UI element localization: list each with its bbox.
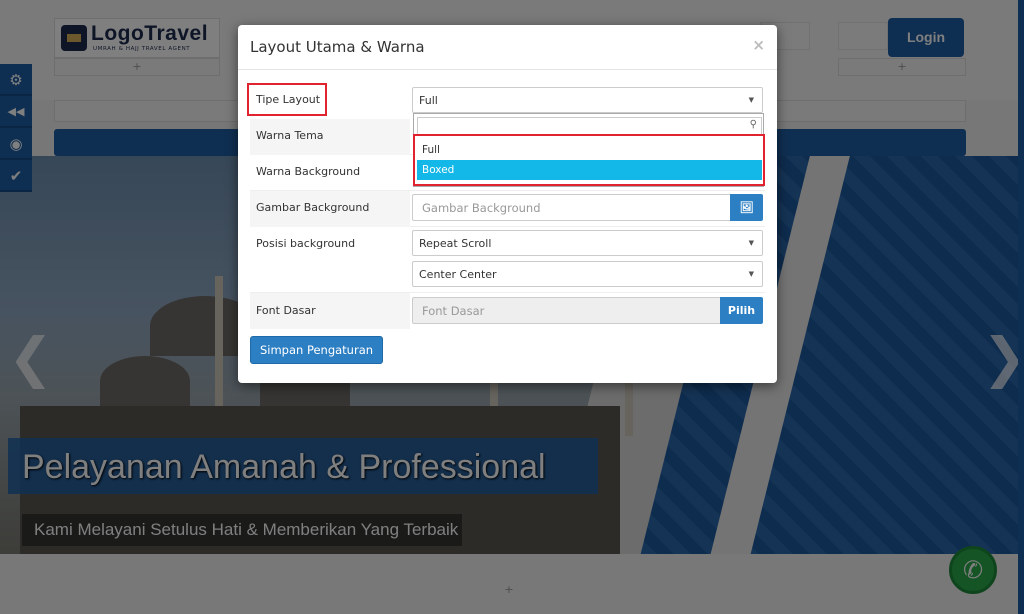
gambar-background-placeholder: Gambar Background (422, 201, 541, 215)
posisi-repeat-value: Repeat Scroll (419, 237, 492, 250)
dropdown-search-input[interactable]: ⚲ (417, 117, 762, 135)
tipe-layout-highlight (247, 83, 327, 116)
image-icon: 🖼 (739, 201, 754, 214)
tipe-layout-select[interactable]: Full ▼ (412, 87, 763, 113)
posisi-background-row: Posisi background Repeat Scroll ▼ Center… (250, 227, 765, 293)
gambar-background-row: Gambar Background Gambar Background 🖼 (250, 191, 765, 227)
posisi-repeat-select[interactable]: Repeat Scroll ▼ (412, 230, 763, 256)
chevron-down-icon: ▼ (748, 270, 754, 278)
modal-title: Layout Utama & Warna (250, 38, 425, 56)
save-settings-button[interactable]: Simpan Pengaturan (250, 336, 383, 364)
gambar-background-label: Gambar Background (256, 201, 370, 214)
font-dasar-placeholder: Font Dasar (422, 304, 485, 318)
chevron-down-icon: ▼ (748, 239, 754, 247)
chevron-down-icon: ▼ (748, 96, 754, 104)
posisi-align-value: Center Center (419, 268, 497, 281)
search-icon: ⚲ (749, 119, 757, 130)
tipe-layout-value: Full (419, 94, 438, 107)
font-dasar-input: Font Dasar (412, 297, 721, 324)
image-picker-button[interactable]: 🖼 (730, 194, 763, 221)
pilih-font-button[interactable]: Pilih (720, 297, 763, 324)
warna-background-label: Warna Background (256, 165, 361, 178)
warna-tema-label: Warna Tema (256, 129, 324, 142)
modal-header: Layout Utama & Warna × (238, 25, 777, 70)
posisi-background-label: Posisi background (256, 237, 356, 250)
layout-settings-modal: Layout Utama & Warna × Tipe Layout Full … (238, 25, 777, 383)
close-icon[interactable]: × (752, 36, 765, 54)
font-dasar-label: Font Dasar (256, 304, 316, 317)
gambar-background-input[interactable]: Gambar Background (412, 194, 731, 221)
posisi-align-select[interactable]: Center Center ▼ (412, 261, 763, 287)
font-dasar-row: Font Dasar Font Dasar Pilih (250, 293, 765, 329)
dropdown-options-highlight (413, 134, 765, 186)
